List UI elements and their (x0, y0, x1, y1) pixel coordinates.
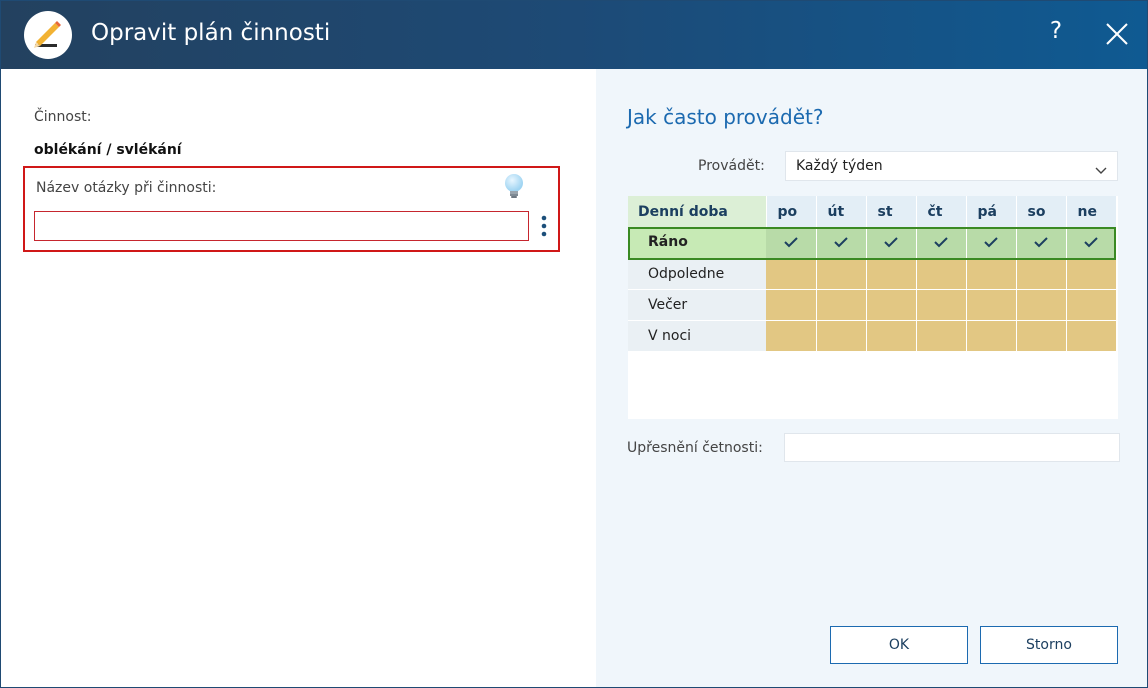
checkmark-icon (783, 235, 799, 249)
grid-cell[interactable] (1066, 258, 1117, 290)
grid-header-row: Denní doba po út st čt pá so ne (628, 196, 1117, 227)
checkmark-icon (1033, 235, 1049, 249)
grid-cell[interactable] (1016, 258, 1067, 290)
grid-cell[interactable] (916, 320, 967, 352)
grid-row[interactable]: Odpoledne (628, 258, 1117, 290)
grid-cell[interactable] (1066, 320, 1117, 352)
perform-label: Provádět: (698, 158, 765, 174)
kebab-menu-icon[interactable] (539, 213, 549, 239)
grid-header-day: čt (916, 196, 967, 227)
left-pane: Činnost: oblékání / svlékání Název otázk… (1, 69, 596, 687)
grid-cell[interactable] (916, 289, 967, 321)
grid-row-label[interactable]: Večer (628, 289, 766, 321)
question-section: Název otázky při činnosti: (23, 166, 560, 252)
grid-cell[interactable] (1016, 320, 1067, 352)
grid-cell[interactable] (916, 258, 967, 290)
question-label: Název otázky při činnosti: (36, 180, 217, 196)
grid-cell[interactable] (766, 320, 817, 352)
grid-cell[interactable] (766, 258, 817, 290)
grid-cell[interactable] (1016, 227, 1067, 259)
grid-cell[interactable] (1066, 227, 1117, 259)
grid-cell[interactable] (866, 289, 917, 321)
activity-value: oblékání / svlékání (34, 142, 182, 158)
checkmark-icon (933, 235, 949, 249)
help-icon[interactable]: ? (1045, 18, 1067, 50)
checkmark-icon (983, 235, 999, 249)
grid-row-label[interactable]: Ráno (628, 227, 766, 259)
grid-row[interactable]: Ráno (628, 227, 1117, 259)
frequency-detail-input[interactable] (784, 433, 1120, 462)
activity-label: Činnost: (34, 109, 92, 125)
grid-cell[interactable] (816, 227, 867, 259)
cancel-button[interactable]: Storno (980, 626, 1118, 664)
schedule-grid: Denní doba po út st čt pá so ne Ráno Odpo… (628, 196, 1118, 419)
right-pane: Jak často provádět? Provádět: Každý týde… (596, 69, 1147, 687)
grid-cell[interactable] (866, 320, 917, 352)
close-icon[interactable] (1105, 22, 1129, 46)
grid-cell[interactable] (866, 227, 917, 259)
grid-cell[interactable] (816, 258, 867, 290)
perform-select-value: Každý týden (796, 158, 883, 174)
grid-cell[interactable] (816, 320, 867, 352)
grid-header-day: so (1016, 196, 1067, 227)
grid-cell[interactable] (966, 227, 1017, 259)
lightbulb-icon[interactable] (502, 172, 526, 202)
question-name-input[interactable] (34, 211, 529, 241)
grid-header-day: pá (966, 196, 1017, 227)
grid-cell[interactable] (966, 320, 1017, 352)
title-bar: Opravit plán činnosti ? (1, 1, 1147, 69)
checkmark-icon (1083, 235, 1099, 249)
pencil-icon (24, 11, 72, 59)
grid-row-label[interactable]: V noci (628, 320, 766, 352)
ok-button[interactable]: OK (830, 626, 968, 664)
frequency-detail-label: Upřesnění četnosti: (627, 440, 763, 456)
grid-row[interactable]: Večer (628, 289, 1117, 321)
grid-header-day: út (816, 196, 867, 227)
checkmark-icon (833, 235, 849, 249)
grid-row[interactable]: V noci (628, 320, 1117, 352)
grid-cell[interactable] (866, 258, 917, 290)
dialog-window: Opravit plán činnosti ? Činnost: oblékán… (0, 0, 1148, 688)
frequency-heading: Jak často provádět? (627, 105, 824, 129)
grid-cell[interactable] (816, 289, 867, 321)
grid-row-label[interactable]: Odpoledne (628, 258, 766, 290)
chevron-down-icon (1095, 161, 1107, 174)
grid-cell[interactable] (966, 289, 1017, 321)
grid-cell[interactable] (966, 258, 1017, 290)
grid-cell[interactable] (1066, 289, 1117, 321)
grid-cell[interactable] (916, 227, 967, 259)
grid-header-day: st (866, 196, 917, 227)
dialog-title: Opravit plán činnosti (91, 20, 331, 46)
perform-select[interactable]: Každý týden (785, 151, 1118, 181)
grid-cell[interactable] (766, 227, 817, 259)
grid-cell[interactable] (1016, 289, 1067, 321)
grid-cell[interactable] (766, 289, 817, 321)
checkmark-icon (883, 235, 899, 249)
grid-header-day: ne (1066, 196, 1117, 227)
grid-header-time: Denní doba (628, 196, 767, 227)
grid-header-day: po (766, 196, 817, 227)
